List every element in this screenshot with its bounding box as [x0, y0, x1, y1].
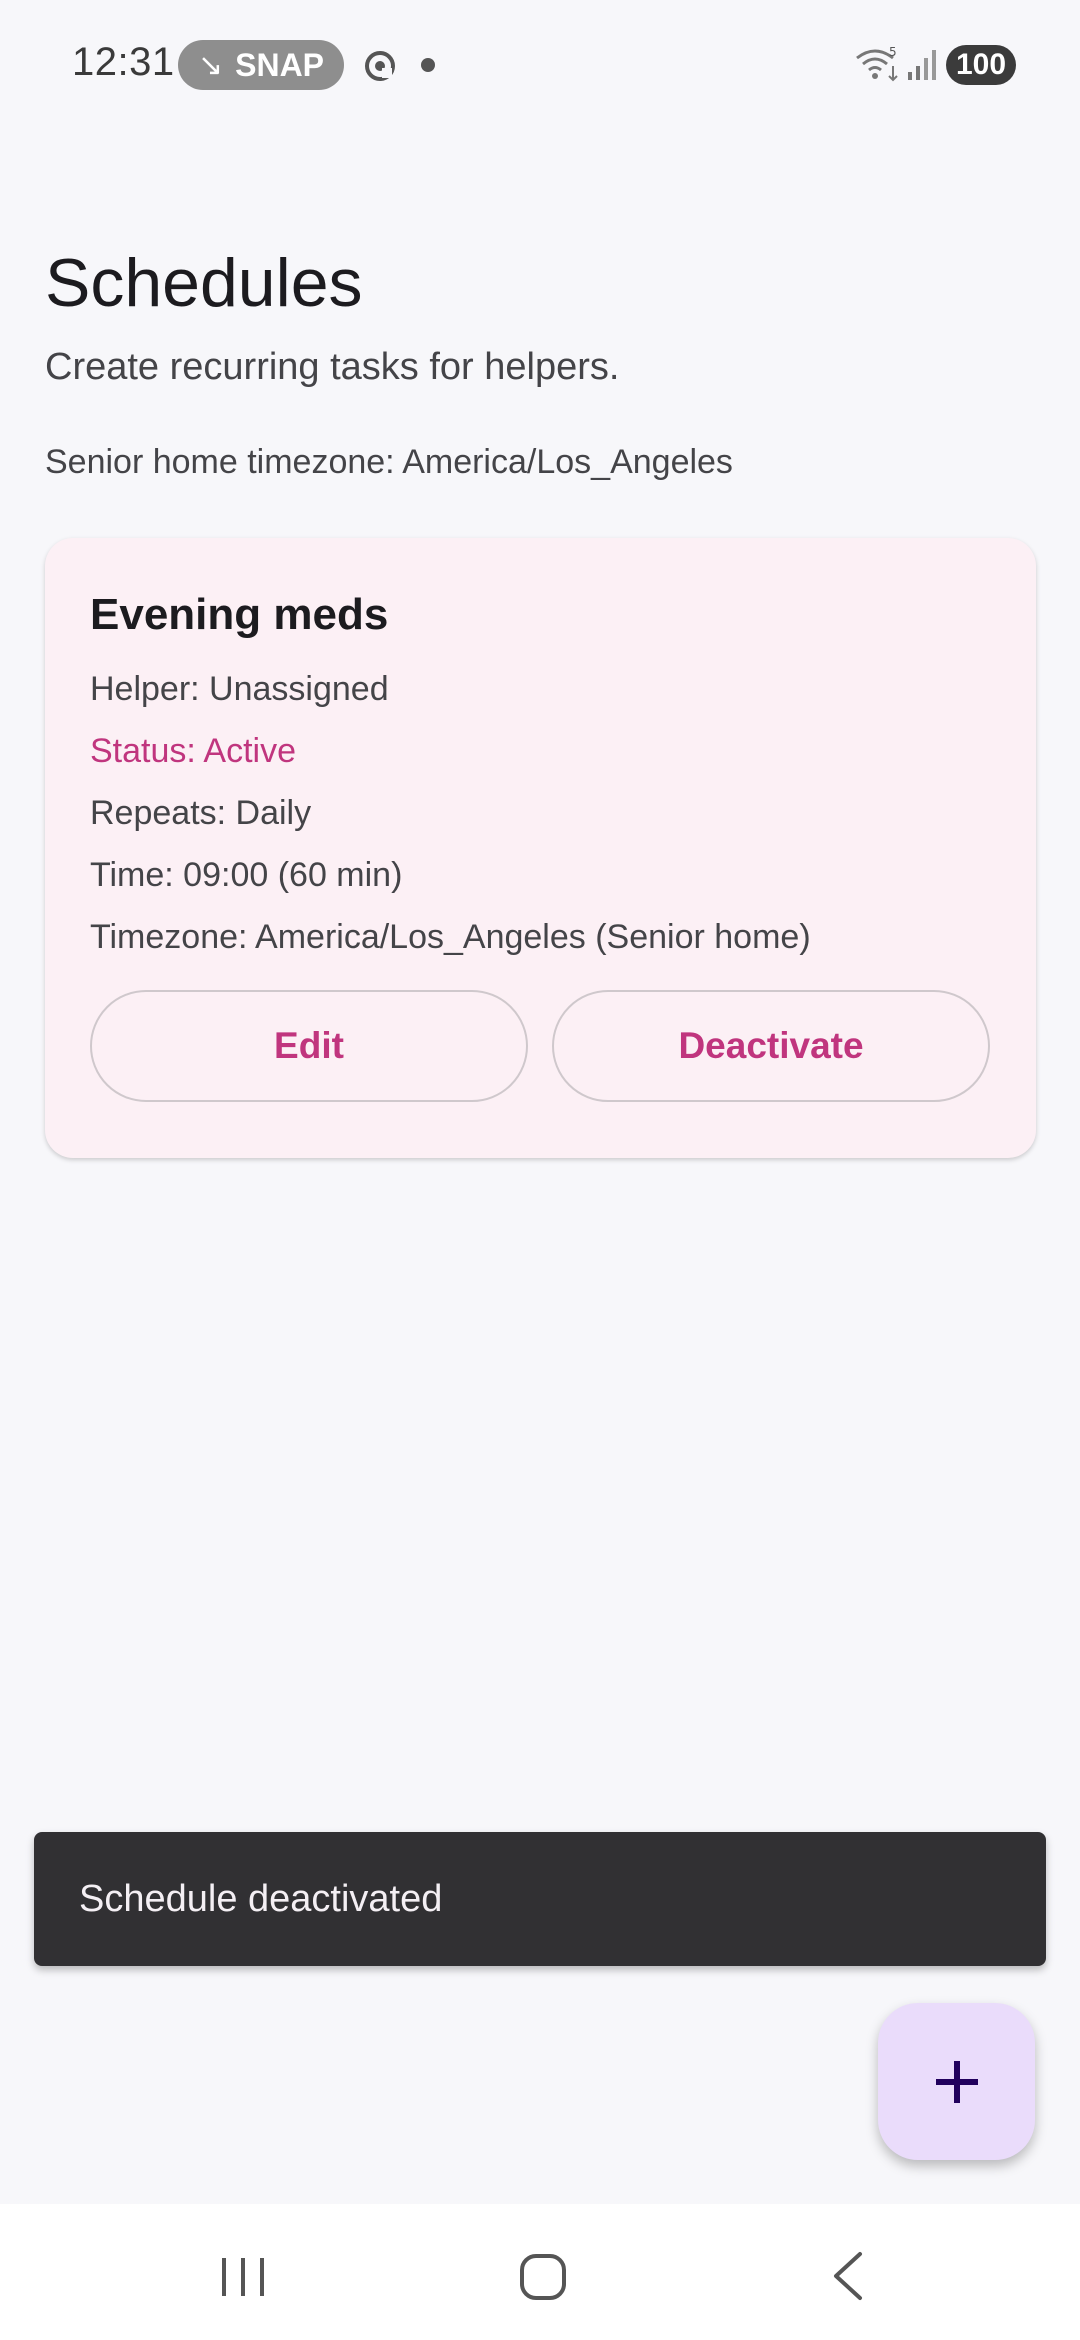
notification-dot-icon	[421, 58, 435, 72]
status-time: 12:31	[72, 40, 175, 84]
trend-down-icon: ↘	[197, 48, 224, 82]
schedule-repeats: Repeats: Daily	[90, 794, 312, 832]
system-nav-bar	[0, 2204, 1080, 2340]
deactivate-button[interactable]: Deactivate	[552, 990, 990, 1102]
notification-app-icon	[365, 51, 395, 81]
schedule-helper: Helper: Unassigned	[90, 670, 389, 708]
signal-icon	[908, 50, 936, 80]
page-subtitle: Create recurring tasks for helpers.	[45, 346, 620, 388]
plus-icon	[935, 2060, 978, 2103]
schedule-card: Evening meds Helper: Unassigned Status: …	[45, 538, 1036, 1158]
recents-icon[interactable]	[218, 2256, 268, 2298]
schedule-title: Evening meds	[90, 590, 389, 639]
page-title: Schedules	[45, 245, 363, 321]
schedules-screen: 12:31 ↘ SNAP 5 100 Schedules Create recu…	[0, 0, 1080, 2340]
schedule-time: Time: 09:00 (60 min)	[90, 856, 403, 894]
schedule-status: Status: Active	[90, 732, 296, 770]
snackbar-message: Schedule deactivated	[79, 1877, 443, 1920]
wifi-icon: 5	[856, 45, 898, 82]
snap-label: SNAP	[235, 46, 325, 83]
snackbar: Schedule deactivated	[34, 1832, 1046, 1966]
schedule-timezone: Timezone: America/Los_Angeles (Senior ho…	[90, 918, 811, 956]
status-bar: 12:31 ↘ SNAP 5 100	[0, 0, 1080, 130]
add-schedule-button[interactable]	[878, 2003, 1035, 2160]
wifi-badge: 5	[889, 45, 897, 59]
senior-home-timezone: Senior home timezone: America/Los_Angele…	[45, 443, 733, 481]
edit-button[interactable]: Edit	[90, 990, 528, 1102]
battery-indicator: 100	[946, 45, 1016, 85]
snap-indicator: ↘ SNAP	[178, 40, 344, 90]
home-icon[interactable]	[518, 2252, 568, 2302]
back-icon[interactable]	[828, 2250, 868, 2302]
